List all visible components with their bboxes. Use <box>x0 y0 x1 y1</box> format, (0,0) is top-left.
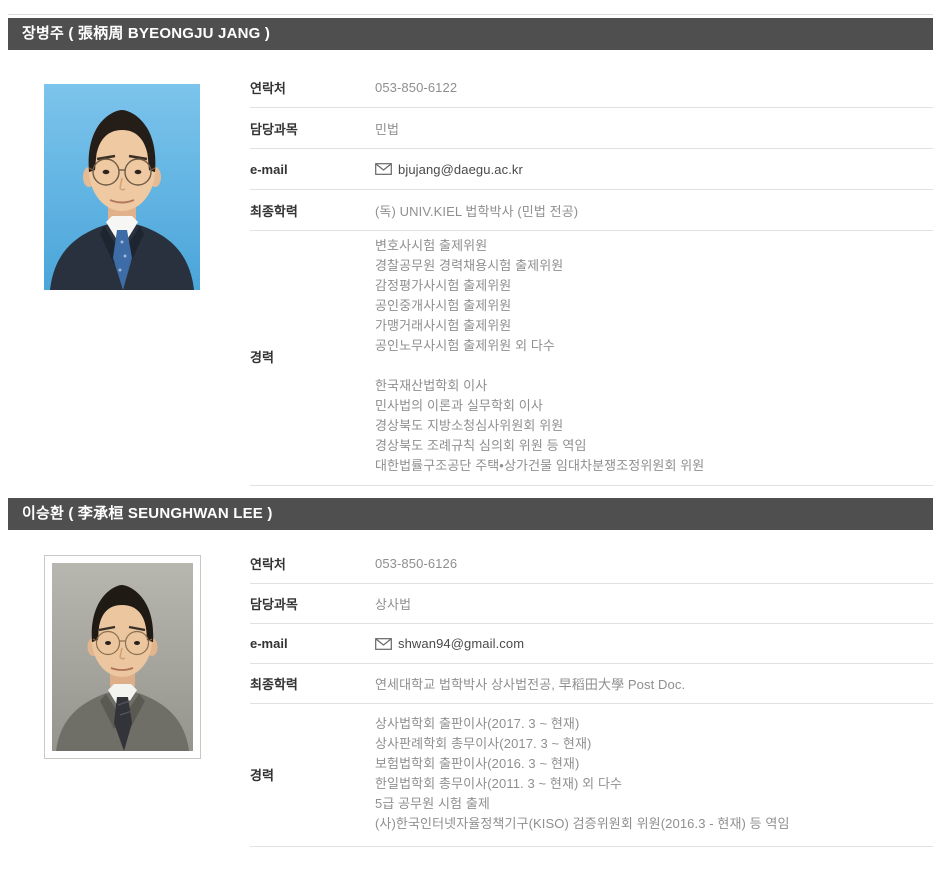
top-divider <box>8 14 933 15</box>
professor-photo-lee <box>44 555 201 759</box>
email-link[interactable]: bjujang@daegu.ac.kr <box>398 162 523 177</box>
row-label: 연락처 <box>250 554 375 573</box>
row-label: e-mail <box>250 162 375 177</box>
profile-info-table-lee: 연락처 053-850-6126 담당과목 상사법 e-mail shwan94… <box>250 544 933 847</box>
table-row-education: 최종학력 (독) UNIV.KIEL 법학박사 (민법 전공) <box>250 190 933 231</box>
phone-value: 053-850-6126 <box>375 556 457 571</box>
table-row-career: 경력 상사법학회 출판이사(2017. 3 ~ 현재) 상사판례학회 총무이사(… <box>250 704 933 847</box>
table-row-courses: 담당과목 상사법 <box>250 584 933 624</box>
courses-value: 민법 <box>375 119 399 138</box>
profile-info-table-jang: 연락처 053-850-6122 담당과목 민법 e-mail bjujang@… <box>250 67 933 486</box>
photo-column <box>8 67 250 486</box>
row-label: 최종학력 <box>250 201 375 220</box>
career-value: 상사법학회 출판이사(2017. 3 ~ 현재) 상사판례학회 총무이사(201… <box>375 714 790 834</box>
profile-header-jang: 장병주 ( 張柄周 BYEONGJU JANG ) <box>8 18 933 50</box>
profile-section-jang: 장병주 ( 張柄周 BYEONGJU JANG ) <box>8 18 933 486</box>
row-label: 연락처 <box>250 78 375 97</box>
envelope-icon <box>375 163 392 175</box>
email-link[interactable]: shwan94@gmail.com <box>398 636 524 651</box>
table-row-courses: 담당과목 민법 <box>250 108 933 149</box>
career-value: 변호사시험 출제위원 경찰공무원 경력채용시험 출제위원 감정평가사시험 출제위… <box>375 236 704 476</box>
faculty-profiles-page: 장병주 ( 張柄周 BYEONGJU JANG ) <box>8 14 933 847</box>
phone-value: 053-850-6122 <box>375 80 457 95</box>
professor-name-title: 이승환 ( 李承桓 SEUNGHWAN LEE ) <box>22 505 273 522</box>
row-label: 담당과목 <box>250 594 375 613</box>
row-label: 경력 <box>250 765 375 784</box>
profile-header-lee: 이승환 ( 李承桓 SEUNGHWAN LEE ) <box>8 498 933 530</box>
courses-value: 상사법 <box>375 594 411 613</box>
professor-name-title: 장병주 ( 張柄周 BYEONGJU JANG ) <box>22 25 270 42</box>
row-label: 담당과목 <box>250 119 375 138</box>
table-row-education: 최종학력 연세대학교 법학박사 상사법전공, 早稻田大學 Post Doc. <box>250 664 933 704</box>
table-row-career: 경력 변호사시험 출제위원 경찰공무원 경력채용시험 출제위원 감정평가사시험 … <box>250 231 933 486</box>
profile-section-lee: 이승환 ( 李承桓 SEUNGHWAN LEE ) <box>8 498 933 847</box>
education-value: 연세대학교 법학박사 상사법전공, 早稻田大學 Post Doc. <box>375 674 685 693</box>
row-label: 최종학력 <box>250 674 375 693</box>
education-value: (독) UNIV.KIEL 법학박사 (민법 전공) <box>375 201 578 220</box>
professor-photo-jang <box>44 84 250 295</box>
table-row-email: e-mail shwan94@gmail.com <box>250 624 933 664</box>
row-label: e-mail <box>250 636 375 651</box>
table-row-contact: 연락처 053-850-6122 <box>250 67 933 108</box>
table-row-contact: 연락처 053-850-6126 <box>250 544 933 584</box>
table-row-email: e-mail bjujang@daegu.ac.kr <box>250 149 933 190</box>
photo-column <box>8 544 250 847</box>
envelope-icon <box>375 638 392 650</box>
row-label: 경력 <box>250 347 375 366</box>
